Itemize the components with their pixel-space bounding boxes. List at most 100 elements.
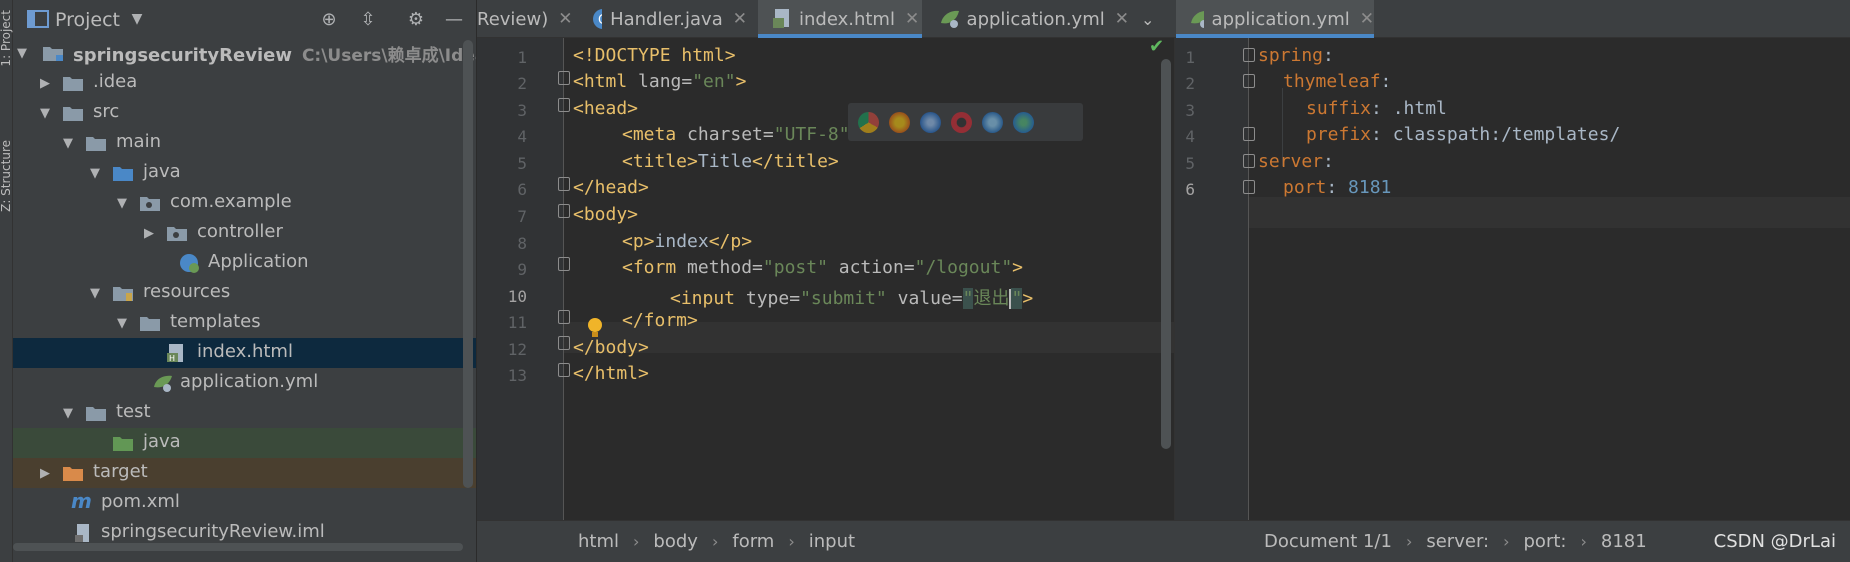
tree-item-test-java[interactable]: java xyxy=(13,428,476,458)
edge-icon[interactable] xyxy=(1013,111,1034,133)
fold-marker[interactable] xyxy=(558,310,570,324)
tree-item-application[interactable]: Application xyxy=(13,248,476,278)
tab-index-html[interactable]: index.html ✕ xyxy=(758,0,922,38)
svg-text:H: H xyxy=(169,354,175,363)
locate-icon[interactable]: ⊕ xyxy=(317,7,341,31)
tree-item-templates[interactable]: ▼ templates xyxy=(13,308,476,338)
safari-icon[interactable] xyxy=(920,111,941,133)
hide-icon[interactable]: — xyxy=(442,7,466,31)
tree-item-pom[interactable]: m pom.xml xyxy=(13,488,476,518)
tab-review[interactable]: Review) ✕ xyxy=(477,0,577,38)
tree-item-controller[interactable]: ▶ controller xyxy=(13,218,476,248)
tab-application-yml[interactable]: application.yml ✕ xyxy=(929,0,1129,38)
tree-item-label: index.html xyxy=(197,341,293,362)
fold-marker[interactable] xyxy=(1243,48,1255,62)
tree-item-idea[interactable]: ▶ .idea xyxy=(13,68,476,98)
code-token: 退出 xyxy=(973,288,1010,309)
tree-item-src[interactable]: ▼ src xyxy=(13,98,476,128)
chevron-right-icon[interactable]: ▶ xyxy=(40,76,56,92)
opera-icon[interactable] xyxy=(951,111,972,133)
tab-overflow-button[interactable]: ⌄ xyxy=(1141,0,1167,38)
fold-marker[interactable] xyxy=(1243,74,1255,88)
chrome-icon[interactable] xyxy=(858,111,879,133)
chevron-down-icon[interactable]: ▼ xyxy=(63,136,79,152)
chevron-down-icon[interactable]: ▼ xyxy=(90,286,106,302)
structure-tool-tab[interactable]: Z: Structure xyxy=(0,140,13,212)
chevron-down-icon[interactable]: ▼ xyxy=(63,406,79,422)
breadcrumb-item[interactable]: form xyxy=(732,531,774,552)
tab-handler-java[interactable]: C Handler.java ✕ xyxy=(584,0,747,38)
breadcrumb-item[interactable]: html xyxy=(578,531,619,552)
tree-item-resources[interactable]: ▼ resources xyxy=(13,278,476,308)
iml-file-icon xyxy=(75,524,89,542)
html-file-icon xyxy=(773,9,789,28)
code-token: " xyxy=(1011,288,1023,309)
tab-label: index.html xyxy=(799,8,895,30)
project-panel-title[interactable]: Project xyxy=(55,9,120,31)
firefox-icon[interactable] xyxy=(889,111,910,133)
chevron-down-icon[interactable]: ▼ xyxy=(90,166,106,182)
project-vertical-scrollbar[interactable] xyxy=(463,40,473,488)
tree-item-test[interactable]: ▼ test xyxy=(13,398,476,428)
tree-item-label: templates xyxy=(170,311,261,332)
fold-marker[interactable] xyxy=(558,98,570,112)
breadcrumb-item[interactable]: input xyxy=(809,531,855,552)
chevron-right-icon[interactable]: ▶ xyxy=(40,466,56,482)
fold-marker[interactable] xyxy=(1243,180,1255,194)
project-tool-tab[interactable]: 1: Project xyxy=(0,10,13,67)
inspection-ok-icon[interactable]: ✔ xyxy=(1149,36,1164,57)
chevron-down-icon[interactable]: ▼ xyxy=(125,7,149,31)
chevron-down-icon[interactable]: ▼ xyxy=(40,106,56,122)
gear-icon[interactable]: ⚙ xyxy=(404,7,428,31)
project-horizontal-scrollbar[interactable] xyxy=(13,543,463,551)
chevron-down-icon[interactable]: ▼ xyxy=(117,196,133,212)
tree-item-java[interactable]: ▼ java xyxy=(13,158,476,188)
chevron-down-icon[interactable]: ▼ xyxy=(117,316,133,332)
breadcrumb-item[interactable]: 8181 xyxy=(1601,531,1647,552)
tree-item-label: pom.xml xyxy=(101,491,180,512)
collapse-all-icon[interactable]: ⇳ xyxy=(356,7,380,31)
fold-marker[interactable] xyxy=(558,336,570,350)
excluded-folder-icon xyxy=(63,467,83,481)
code-token: "post" xyxy=(762,257,828,278)
close-icon[interactable]: ✕ xyxy=(1115,9,1129,29)
open-in-browser-bar xyxy=(848,103,1083,141)
tree-item-label: controller xyxy=(197,221,283,242)
fold-marker[interactable] xyxy=(1243,127,1255,141)
fold-marker[interactable] xyxy=(558,204,570,218)
line-number: 4 xyxy=(1185,127,1195,146)
fold-marker[interactable] xyxy=(1243,154,1255,168)
chevron-down-icon[interactable]: ⌄ xyxy=(1141,10,1154,29)
tab-application-yml-right[interactable]: application.yml ✕ xyxy=(1176,0,1374,38)
code-token: <p> xyxy=(622,231,655,252)
fold-marker[interactable] xyxy=(558,257,570,271)
breadcrumb-item[interactable]: server: xyxy=(1426,531,1489,552)
internet-explorer-icon[interactable] xyxy=(982,111,1003,133)
chevron-down-icon[interactable]: ▼ xyxy=(17,46,33,62)
close-icon[interactable]: ✕ xyxy=(1360,9,1374,29)
chevron-right-icon: › xyxy=(1405,532,1413,551)
code-token: > xyxy=(735,71,747,92)
tree-item-target[interactable]: ▶ target xyxy=(13,458,476,488)
source-folder-icon xyxy=(113,167,133,181)
tree-item-application-yml[interactable]: application.yml xyxy=(13,368,476,398)
fold-marker[interactable] xyxy=(558,71,570,85)
tree-item-main[interactable]: ▼ main xyxy=(13,128,476,158)
fold-marker[interactable] xyxy=(558,177,570,191)
code-token: "submit" xyxy=(800,288,887,309)
breadcrumb-item[interactable]: Document 1/1 xyxy=(1264,531,1392,552)
close-icon[interactable]: ✕ xyxy=(905,9,919,29)
chevron-right-icon[interactable]: ▶ xyxy=(144,226,160,242)
breadcrumb-item[interactable]: body xyxy=(653,531,698,552)
close-icon[interactable]: ✕ xyxy=(733,9,747,29)
tree-item-index-html[interactable]: H index.html xyxy=(13,338,476,368)
editor-vertical-scrollbar[interactable] xyxy=(1161,59,1171,449)
code-token: <meta xyxy=(622,124,677,145)
tab-label: Review) xyxy=(477,8,549,30)
tree-item-package[interactable]: ▼ com.example xyxy=(13,188,476,218)
tree-item-module[interactable]: ▼ springsecurityReview C:\Users\赖卓成\IdeaP… xyxy=(13,38,476,68)
editor-application-yml[interactable]: 1 2 3 4 5 6 spring: thymeleaf: suffix: .… xyxy=(1174,38,1850,520)
fold-marker[interactable] xyxy=(558,363,570,377)
close-icon[interactable]: ✕ xyxy=(558,9,572,29)
breadcrumb-item[interactable]: port: xyxy=(1524,531,1567,552)
